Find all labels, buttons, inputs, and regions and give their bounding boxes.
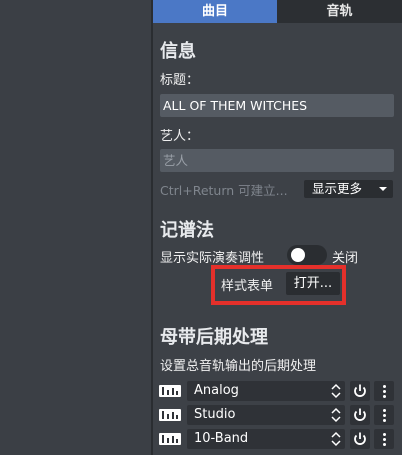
effect-name: Analog: [194, 383, 239, 398]
power-icon: [354, 432, 366, 445]
title-label: 标题：: [160, 73, 200, 88]
properties-panel: 曲目 音轨 信息 标题： ALL OF THEM WITCHES 艺人： 艺人 …: [153, 0, 402, 455]
effect-row: Studio: [157, 404, 398, 426]
power-icon: [354, 408, 366, 421]
show-more-label: 显示更多: [312, 181, 363, 196]
info-section-title: 信息: [160, 41, 196, 62]
tab-bar: 曲目 音轨: [153, 0, 402, 23]
show-more-button[interactable]: 显示更多: [304, 180, 393, 198]
effect-name: 10-Band: [194, 431, 249, 446]
artist-field[interactable]: 艺人: [160, 149, 394, 172]
concert-pitch-toggle[interactable]: [287, 245, 327, 265]
left-pane: [0, 0, 151, 455]
caret-down-icon: [379, 187, 387, 191]
kebab-menu-icon: [383, 409, 386, 412]
tab-song[interactable]: 曲目: [153, 0, 277, 23]
effect-power-button[interactable]: [350, 429, 370, 449]
updown-arrows-icon: [331, 407, 341, 423]
effect-name: Studio: [194, 407, 236, 422]
notation-section-title: 记谱法: [160, 220, 214, 241]
equalizer-icon: [159, 433, 181, 445]
updown-arrows-icon: [331, 383, 341, 399]
artist-label: 艺人：: [160, 129, 200, 144]
title-field[interactable]: ALL OF THEM WITCHES: [160, 94, 394, 117]
toggle-knob: [291, 248, 305, 262]
equalizer-icon: [159, 409, 181, 421]
power-icon: [354, 384, 366, 397]
open-stylesheet-button[interactable]: 打开...: [286, 272, 340, 295]
effect-select[interactable]: 10-Band: [187, 429, 345, 449]
effect-menu-button[interactable]: [374, 381, 394, 401]
mastering-section-title: 母带后期处理: [160, 327, 268, 348]
concert-pitch-label: 显示实际演奏调性: [160, 251, 265, 266]
effect-select[interactable]: Studio: [187, 405, 345, 425]
effect-menu-button[interactable]: [374, 405, 394, 425]
stylesheet-label: 样式表单: [221, 279, 274, 294]
effect-power-button[interactable]: [350, 405, 370, 425]
toggle-state-label: 关闭: [332, 251, 359, 266]
tab-track[interactable]: 音轨: [277, 0, 402, 23]
kebab-menu-icon: [383, 385, 386, 388]
effect-menu-button[interactable]: [374, 429, 394, 449]
equalizer-icon: [159, 385, 181, 397]
kebab-menu-icon: [383, 433, 386, 436]
updown-arrows-icon: [331, 431, 341, 447]
shortcut-hint: Ctrl+Return 可建立...: [160, 183, 288, 198]
effect-power-button[interactable]: [350, 381, 370, 401]
effect-select[interactable]: Analog: [187, 381, 345, 401]
mastering-description: 设置总音轨输出的后期处理: [160, 359, 317, 374]
effect-row: 10-Band: [157, 428, 398, 450]
effect-row: Analog: [157, 380, 398, 402]
